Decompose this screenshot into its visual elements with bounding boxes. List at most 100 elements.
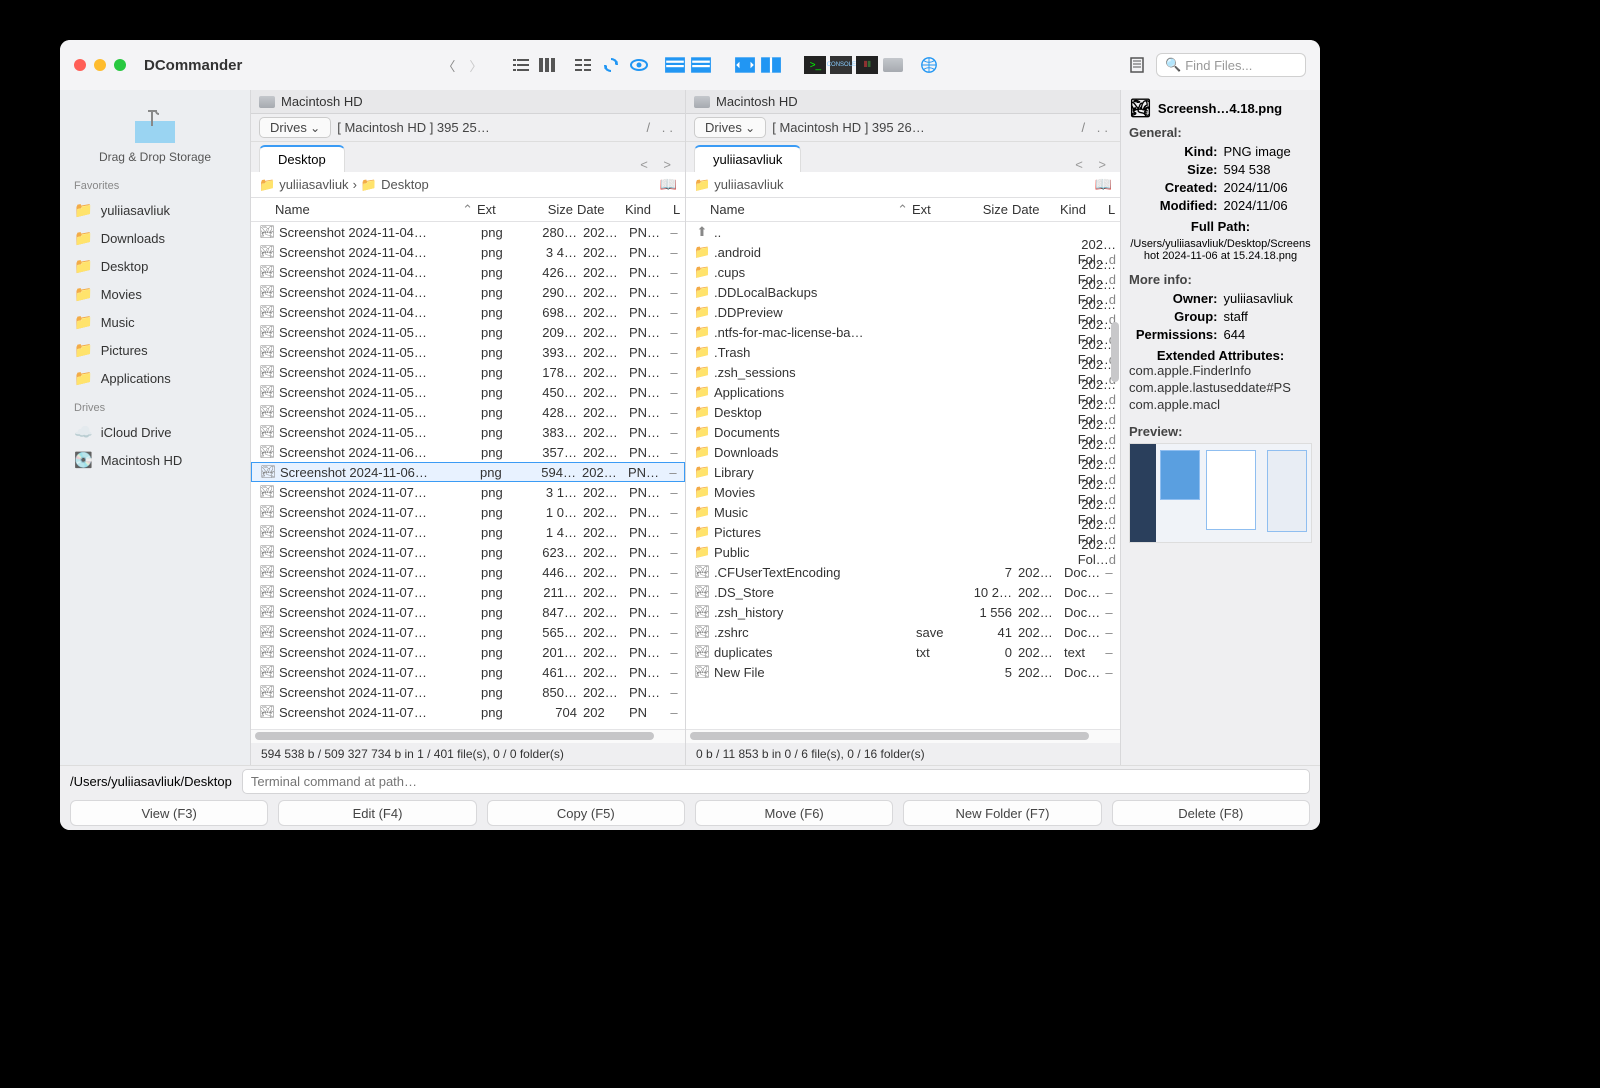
left-tab[interactable]: Desktop bbox=[259, 145, 345, 172]
fn-button[interactable]: Delete (F8) bbox=[1112, 800, 1310, 826]
sidebar-item[interactable]: 💽Macintosh HD bbox=[66, 446, 244, 474]
file-row[interactable]: 🏞Screenshot 2024-11-04…png3 4…202…PN…– bbox=[251, 242, 685, 262]
disk-icon[interactable] bbox=[882, 56, 904, 74]
terminal-dark-icon[interactable]: >_ bbox=[804, 56, 826, 74]
file-row[interactable]: 📁.cups202…Fol…d bbox=[686, 262, 1120, 282]
bookmark-icon[interactable]: 📖 bbox=[660, 176, 677, 193]
columns-view-icon[interactable] bbox=[536, 56, 558, 74]
file-row[interactable]: 🏞Screenshot 2024-11-04…png290…202…PN…– bbox=[251, 282, 685, 302]
drives-button[interactable]: Drives ⌄ bbox=[694, 117, 766, 138]
file-row[interactable]: 🏞Screenshot 2024-11-07…png3 1…202…PN…– bbox=[251, 482, 685, 502]
file-row[interactable]: 📁Public202…Fol…d bbox=[686, 542, 1120, 562]
file-row[interactable]: 📁Downloads202…Fol…d bbox=[686, 442, 1120, 462]
file-row[interactable]: 🏞Screenshot 2024-11-07…png565…202…PN…– bbox=[251, 622, 685, 642]
file-row[interactable]: 🏞New File5202…Doc…– bbox=[686, 662, 1120, 682]
file-row[interactable]: 🏞Screenshot 2024-11-07…png446…202…PN…– bbox=[251, 562, 685, 582]
console-icon[interactable]: CONSOLE bbox=[830, 56, 852, 74]
panel-left-icon[interactable] bbox=[664, 56, 686, 74]
h-scrollbar[interactable] bbox=[251, 729, 685, 743]
file-row[interactable]: 🏞.zshrcsave41202…Doc…– bbox=[686, 622, 1120, 642]
file-row[interactable]: 🏞Screenshot 2024-11-07…png1 0…202…PN…– bbox=[251, 502, 685, 522]
back-icon[interactable]: 〈 bbox=[442, 56, 455, 75]
fn-button[interactable]: Copy (F5) bbox=[487, 800, 685, 826]
drop-zone[interactable]: Drag & Drop Storage bbox=[66, 100, 244, 170]
file-row[interactable]: 🏞Screenshot 2024-11-05…png428…202…PN…– bbox=[251, 402, 685, 422]
file-row[interactable]: 🏞duplicatestxt0202…text– bbox=[686, 642, 1120, 662]
sidebar-item[interactable]: 📁Movies bbox=[66, 280, 244, 308]
file-row[interactable]: ⬆.. bbox=[686, 222, 1120, 242]
file-row[interactable]: 🏞Screenshot 2024-11-06…png594…202…PN…– bbox=[251, 462, 685, 482]
right-tab[interactable]: yuliiasavliuk bbox=[694, 145, 801, 172]
file-row[interactable]: 🏞Screenshot 2024-11-07…png461…202…PN…– bbox=[251, 662, 685, 682]
file-row[interactable]: 📁Movies202…Fol…d bbox=[686, 482, 1120, 502]
brief-view-icon[interactable] bbox=[572, 56, 594, 74]
tab-nav[interactable]: < > bbox=[640, 157, 677, 172]
activity-icon[interactable]: ⫴⫴ bbox=[856, 56, 878, 74]
left-columns[interactable]: Name⌃ Ext Size Date Kind L bbox=[251, 198, 685, 222]
fn-button[interactable]: View (F3) bbox=[70, 800, 268, 826]
file-row[interactable]: 🏞Screenshot 2024-11-05…png209…202…PN…– bbox=[251, 322, 685, 342]
file-row[interactable]: 🏞Screenshot 2024-11-07…png1 4…202…PN…– bbox=[251, 522, 685, 542]
file-row[interactable]: 🏞Screenshot 2024-11-07…png201…202…PN…– bbox=[251, 642, 685, 662]
bookmark-icon[interactable]: 📖 bbox=[1095, 176, 1112, 193]
file-row[interactable]: 🏞.zsh_history1 556202…Doc…– bbox=[686, 602, 1120, 622]
file-row[interactable]: 📁.android202…Fol…d bbox=[686, 242, 1120, 262]
file-row[interactable]: 🏞Screenshot 2024-11-04…png426…202…PN…– bbox=[251, 262, 685, 282]
file-row[interactable]: 🏞Screenshot 2024-11-05…png393…202…PN…– bbox=[251, 342, 685, 362]
file-row[interactable]: 📁.DDLocalBackups202…Fol…d bbox=[686, 282, 1120, 302]
fn-button[interactable]: Move (F6) bbox=[695, 800, 893, 826]
file-row[interactable]: 🏞Screenshot 2024-11-05…png178…202…PN…– bbox=[251, 362, 685, 382]
search-input[interactable]: 🔍 Find Files... bbox=[1156, 53, 1306, 77]
terminal-input[interactable] bbox=[242, 769, 1310, 794]
info-panel-icon[interactable] bbox=[1128, 56, 1150, 74]
file-row[interactable]: 🏞Screenshot 2024-11-07…png850…202…PN…– bbox=[251, 682, 685, 702]
file-row[interactable]: 📁Library202…Fol…d bbox=[686, 462, 1120, 482]
file-row[interactable]: 🏞Screenshot 2024-11-07…png211…202…PN…– bbox=[251, 582, 685, 602]
right-file-list[interactable]: ⬆..📁.android202…Fol…d📁.cups202…Fol…d📁.DD… bbox=[686, 222, 1120, 729]
file-row[interactable]: 🏞.DS_Store10 2…202…Doc…– bbox=[686, 582, 1120, 602]
sidebar-item[interactable]: 📁Desktop bbox=[66, 252, 244, 280]
file-row[interactable]: 📁Documents202…Fol…d bbox=[686, 422, 1120, 442]
hidden-files-icon[interactable] bbox=[628, 56, 650, 74]
swap-panels-icon[interactable] bbox=[734, 56, 756, 74]
sidebar-item[interactable]: ☁️iCloud Drive bbox=[66, 418, 244, 446]
file-row[interactable]: 📁.ntfs-for-mac-license-ba…202…Fol…d bbox=[686, 322, 1120, 342]
forward-icon[interactable]: 〉 bbox=[469, 56, 482, 75]
tab-nav[interactable]: < > bbox=[1075, 157, 1112, 172]
minimize-icon[interactable] bbox=[94, 59, 106, 71]
file-row[interactable]: 🏞Screenshot 2024-11-04…png280…202…PN…– bbox=[251, 222, 685, 242]
fn-button[interactable]: New Folder (F7) bbox=[903, 800, 1101, 826]
sidebar-item[interactable]: 📁yuliiasavliuk bbox=[66, 196, 244, 224]
file-row[interactable]: 🏞Screenshot 2024-11-07…png847…202…PN…– bbox=[251, 602, 685, 622]
left-disk-header[interactable]: Macintosh HD bbox=[251, 90, 685, 114]
sidebar-item[interactable]: 📁Pictures bbox=[66, 336, 244, 364]
file-row[interactable]: 📁Pictures202…Fol…d bbox=[686, 522, 1120, 542]
sidebar-item[interactable]: 📁Music bbox=[66, 308, 244, 336]
sync-icon[interactable] bbox=[600, 56, 622, 74]
clone-panel-icon[interactable] bbox=[760, 56, 782, 74]
file-row[interactable]: 📁Applications202…Fol…d bbox=[686, 382, 1120, 402]
file-row[interactable]: 🏞Screenshot 2024-11-07…png623…202…PN…– bbox=[251, 542, 685, 562]
file-row[interactable]: 📁Desktop202…Fol…d bbox=[686, 402, 1120, 422]
fn-button[interactable]: Edit (F4) bbox=[278, 800, 476, 826]
left-breadcrumb[interactable]: 📁yuliiasavliuk› 📁Desktop 📖 bbox=[251, 172, 685, 198]
sidebar-item[interactable]: 📁Applications bbox=[66, 364, 244, 392]
file-row[interactable]: 🏞Screenshot 2024-11-04…png698…202…PN…– bbox=[251, 302, 685, 322]
h-scrollbar[interactable] bbox=[686, 729, 1120, 743]
right-disk-header[interactable]: Macintosh HD bbox=[686, 90, 1120, 114]
close-icon[interactable] bbox=[74, 59, 86, 71]
left-file-list[interactable]: 🏞Screenshot 2024-11-04…png280…202…PN…–🏞S… bbox=[251, 222, 685, 729]
drives-button[interactable]: Drives ⌄ bbox=[259, 117, 331, 138]
file-row[interactable]: 🏞Screenshot 2024-11-05…png383…202…PN…– bbox=[251, 422, 685, 442]
v-scrollbar[interactable] bbox=[1111, 322, 1119, 382]
list-view-icon[interactable] bbox=[510, 56, 532, 74]
zoom-icon[interactable] bbox=[114, 59, 126, 71]
file-row[interactable]: 🏞Screenshot 2024-11-07…png704202PN– bbox=[251, 702, 685, 722]
file-row[interactable]: 📁.zsh_sessions202…Fol…d bbox=[686, 362, 1120, 382]
file-row[interactable]: 🏞.CFUserTextEncoding7202…Doc…– bbox=[686, 562, 1120, 582]
file-row[interactable]: 📁.DDPreview202…Fol…d bbox=[686, 302, 1120, 322]
panel-right-icon[interactable] bbox=[690, 56, 712, 74]
file-row[interactable]: 📁.Trash202…Fol…d bbox=[686, 342, 1120, 362]
file-row[interactable]: 🏞Screenshot 2024-11-06…png357…202…PN…– bbox=[251, 442, 685, 462]
file-row[interactable]: 🏞Screenshot 2024-11-05…png450…202…PN…– bbox=[251, 382, 685, 402]
